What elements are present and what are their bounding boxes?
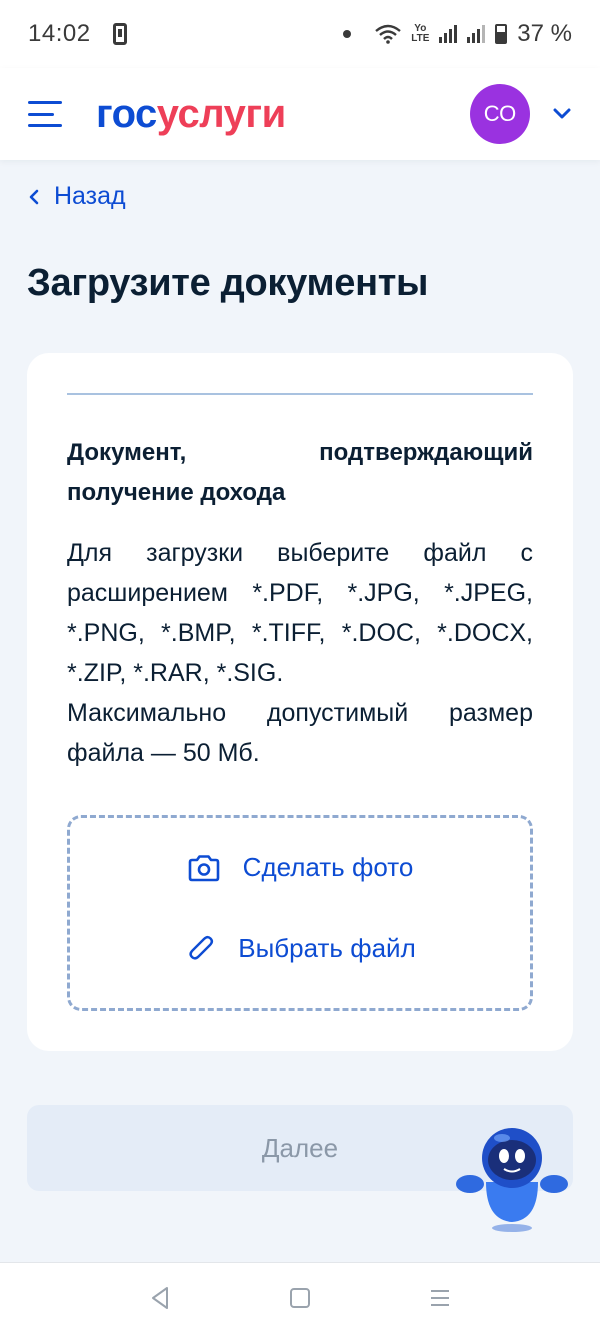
document-upload-card: Документ, подтверждающий получение доход… bbox=[27, 353, 573, 1051]
logo-part-gos: гос bbox=[96, 92, 157, 136]
gosuslugi-logo[interactable]: госуслуги bbox=[96, 94, 286, 134]
square-home-icon[interactable] bbox=[280, 1278, 320, 1318]
system-nav-bar bbox=[0, 1262, 600, 1332]
avatar[interactable]: СО bbox=[470, 84, 530, 144]
back-link[interactable]: Назад bbox=[28, 182, 126, 211]
phone-notification-icon bbox=[112, 23, 127, 45]
choose-file-button[interactable]: Выбрать файл bbox=[70, 932, 530, 964]
card-divider bbox=[67, 393, 533, 395]
document-title: Документ, подтверждающий получение доход… bbox=[67, 439, 533, 506]
app-header: госуслуги СО bbox=[0, 68, 600, 160]
choose-file-label: Выбрать файл bbox=[238, 932, 416, 963]
upload-dropzone[interactable]: Сделать фото Выбрать файл bbox=[67, 815, 533, 1011]
signal-strength-1-icon bbox=[439, 25, 458, 43]
volte-icon: Yo LTE bbox=[411, 24, 429, 44]
status-time: 14:02 bbox=[28, 20, 91, 47]
chevron-left-icon bbox=[28, 188, 40, 206]
chevron-down-icon[interactable] bbox=[552, 104, 572, 124]
take-photo-button[interactable]: Сделать фото bbox=[70, 852, 530, 883]
document-description: Для загрузки выберите файл с расширением… bbox=[67, 533, 533, 773]
signal-strength-2-icon bbox=[467, 25, 486, 43]
robot-assistant-icon[interactable] bbox=[456, 1124, 568, 1234]
status-bar: 14:02 Yo LTE 37 % bbox=[0, 0, 600, 68]
page-title: Загрузите документы bbox=[27, 262, 429, 304]
status-indicators: Yo LTE 37 % bbox=[343, 20, 572, 48]
camera-icon bbox=[188, 854, 219, 881]
notification-dot-icon bbox=[343, 30, 352, 38]
description-max-size: Максимально допустимый размер файла — 50… bbox=[67, 699, 533, 767]
wifi-icon bbox=[375, 24, 402, 44]
take-photo-label: Сделать фото bbox=[242, 852, 414, 882]
volte-label-bottom: LTE bbox=[411, 33, 430, 44]
battery-percent: 37 % bbox=[517, 20, 572, 47]
paperclip-icon bbox=[189, 935, 214, 960]
description-formats: Для загрузки выберите файл с расширением… bbox=[67, 539, 533, 687]
triangle-back-icon[interactable] bbox=[140, 1278, 180, 1318]
back-link-label: Назад bbox=[54, 182, 126, 210]
menu-icon[interactable] bbox=[28, 101, 62, 127]
battery-icon bbox=[495, 24, 508, 44]
logo-part-uslugi: услуги bbox=[156, 92, 286, 136]
lines-menu-icon[interactable] bbox=[420, 1278, 460, 1318]
